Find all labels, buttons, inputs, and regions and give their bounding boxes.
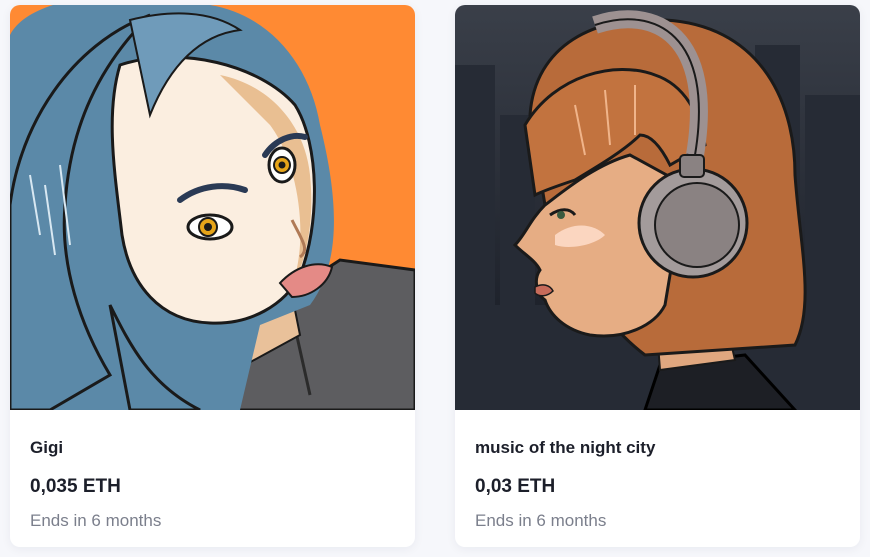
nft-auction-ends: Ends in 6 months bbox=[475, 511, 607, 530]
nft-title[interactable]: Gigi bbox=[30, 438, 63, 458]
nft-price: 0,035 ETH bbox=[30, 476, 121, 497]
nft-auction-ends: Ends in 6 months bbox=[30, 511, 162, 530]
nft-card-grid: Gigi 0,035 ETH Ends in 6 months music of… bbox=[0, 0, 870, 557]
nft-price: 0,03 ETH bbox=[475, 476, 556, 497]
nft-card-gigi[interactable]: Gigi 0,035 ETH Ends in 6 months bbox=[10, 5, 415, 547]
nft-artwork-music-of-the-night-city[interactable] bbox=[455, 5, 860, 410]
nft-card-music-of-the-night-city[interactable]: music of the night city 0,03 ETH Ends in… bbox=[455, 5, 860, 547]
nft-title[interactable]: music of the night city bbox=[475, 438, 655, 458]
nft-artwork-gigi[interactable] bbox=[10, 5, 415, 410]
